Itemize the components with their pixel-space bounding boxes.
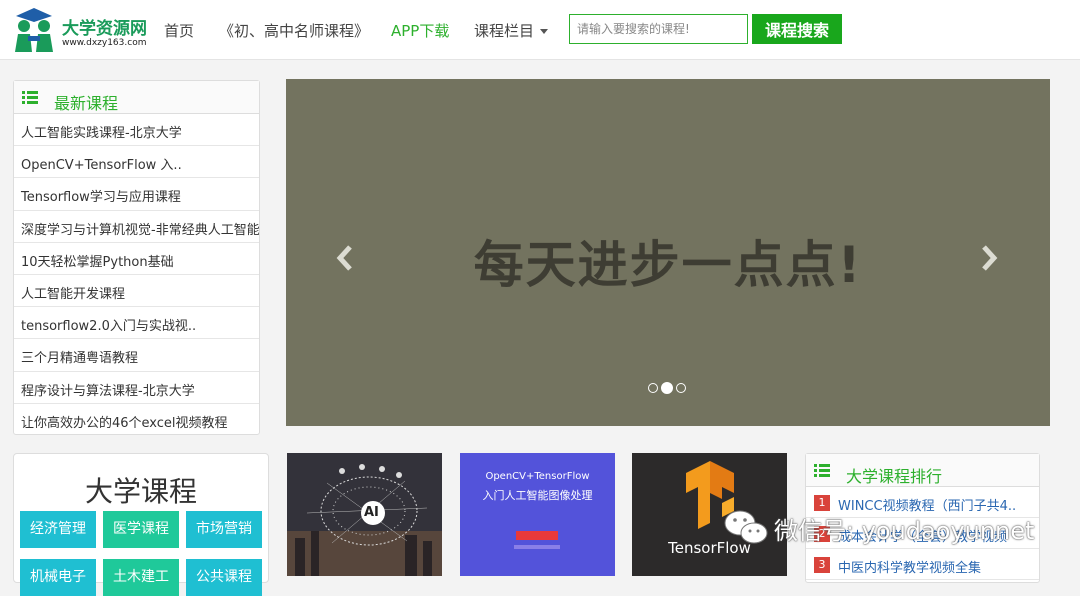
opencv-thumb-subtitle: 入门人工智能图像处理 (482, 489, 593, 502)
category-button[interactable]: 公共课程 (186, 559, 262, 596)
list-item[interactable]: 三个月精通粤语教程 (14, 339, 259, 372)
top-navbar: 大学资源网 www.dxzy163.com 首页 《初、高中名师课程》 APP下… (0, 0, 1080, 60)
category-button[interactable]: 医学课程 (103, 511, 179, 548)
latest-courses-list: 人工智能实践课程-北京大学 OpenCV+TensorFlow 入.. Tens… (14, 114, 259, 436)
chevron-down-icon (540, 29, 549, 34)
nav-course-columns[interactable]: 课程栏目 (474, 20, 549, 41)
carousel-slide-text: 每天进步一点点! (473, 236, 863, 294)
latest-courses-title: 最新课程 (54, 94, 119, 113)
ranking-link[interactable]: 中医内科学教学视频全集 (838, 557, 981, 576)
list-item[interactable]: 深度学习与计算机视觉-非常经典人工智能.. (14, 211, 259, 243)
rank-badge: 3 (814, 557, 830, 573)
university-courses-title: 大学课程 (84, 475, 197, 508)
search-button[interactable]: 课程搜索 (752, 14, 842, 44)
carousel-dot[interactable] (676, 383, 686, 393)
site-logo[interactable]: 大学资源网 www.dxzy163.com (12, 6, 152, 56)
search-input[interactable] (569, 14, 748, 44)
ai-badge-label: AI (364, 505, 379, 520)
course-ranking-header: 大学课程排行 (806, 454, 1039, 487)
category-button[interactable]: 经济管理 (20, 511, 96, 548)
course-thumbnail-ai[interactable]: AI (287, 453, 442, 576)
carousel[interactable]: 每天进步一点点! (286, 79, 1050, 426)
list-item[interactable]: 10天轻松掌握Python基础 (14, 243, 259, 275)
category-button[interactable]: 机械电子 (20, 559, 96, 596)
list-icon (22, 91, 38, 104)
nav-app-download[interactable]: APP下载 (391, 20, 449, 41)
nav-teacher-courses[interactable]: 《初、高中名师课程》 (219, 20, 369, 41)
carousel-dot[interactable] (648, 383, 658, 393)
logo-title: 大学资源网 (62, 19, 147, 39)
wechat-icon (724, 510, 768, 544)
carousel-indicators (648, 382, 688, 395)
course-thumbnail-opencv[interactable]: OpenCV+TensorFlow 入门人工智能图像处理 (460, 453, 615, 576)
opencv-thumb-title: OpenCV+TensorFlow (485, 471, 590, 482)
university-courses-panel: 大学课程 经济管理 医学课程 市场营销 机械电子 土木建工 公共课程 (13, 453, 269, 596)
list-item[interactable]: 程序设计与算法课程-北京大学 (14, 372, 259, 404)
rank-badge: 1 (814, 495, 830, 511)
logo-mark-icon (15, 8, 53, 52)
chevron-left-icon[interactable] (332, 241, 358, 275)
chevron-right-icon[interactable] (976, 241, 1002, 275)
ranking-row[interactable]: 3 中医内科学教学视频全集 (806, 549, 1039, 580)
nav-course-columns-label: 课程栏目 (474, 22, 535, 40)
wechat-watermark-text: 微信号: youdaoyunnet (774, 517, 1035, 545)
list-item[interactable]: 让你高效办公的46个excel视频教程 (14, 404, 259, 436)
list-item[interactable]: OpenCV+TensorFlow 入.. (14, 146, 259, 179)
logo-url: www.dxzy163.com (62, 38, 147, 48)
list-item[interactable]: 人工智能开发课程 (14, 275, 259, 308)
list-item[interactable]: Tensorflow学习与应用课程 (14, 178, 259, 211)
category-button[interactable]: 市场营销 (186, 511, 262, 548)
list-item[interactable]: 人工智能实践课程-北京大学 (14, 114, 259, 147)
latest-courses-header: 最新课程 (14, 81, 259, 114)
list-item[interactable]: tensorflow2.0入门与实战视.. (14, 307, 259, 340)
carousel-dot-active[interactable] (661, 382, 673, 394)
list-icon (814, 464, 830, 477)
nav-home[interactable]: 首页 (164, 20, 194, 41)
latest-courses-panel: 最新课程 人工智能实践课程-北京大学 OpenCV+TensorFlow 入..… (13, 80, 260, 435)
category-button[interactable]: 土木建工 (103, 559, 179, 596)
course-ranking-title: 大学课程排行 (846, 467, 943, 486)
